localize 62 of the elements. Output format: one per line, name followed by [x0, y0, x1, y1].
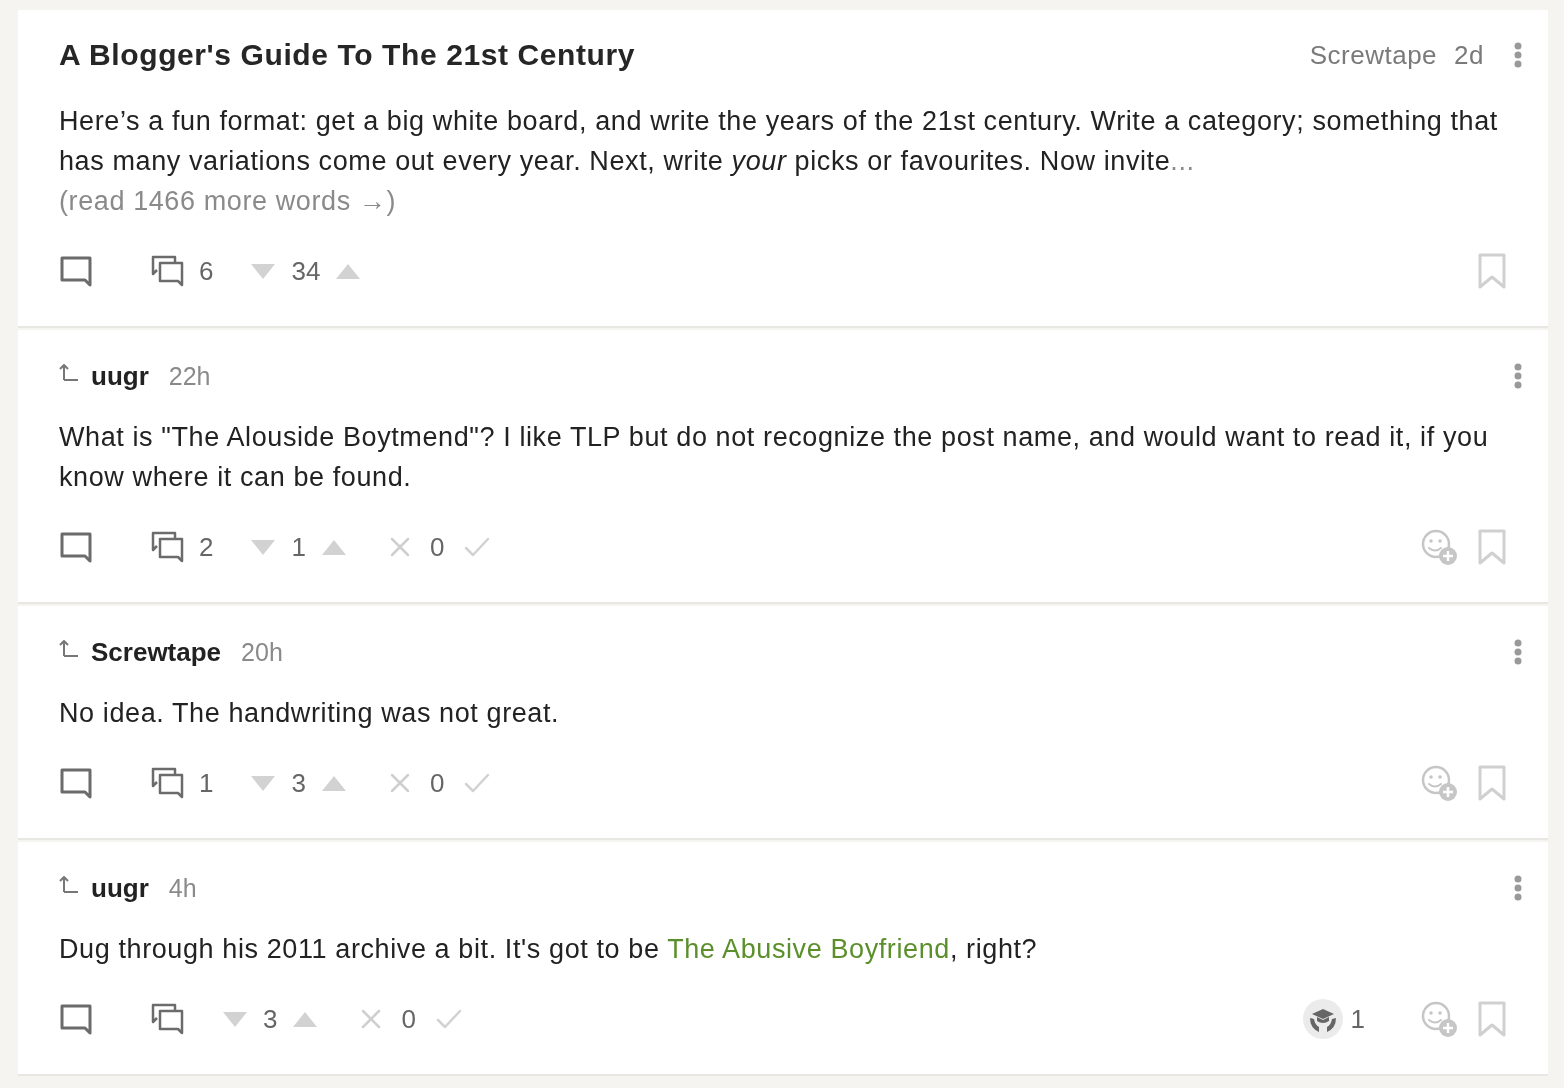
up-triangle-icon[interactable]: [321, 775, 346, 791]
down-triangle-icon[interactable]: [251, 539, 276, 555]
corner-up-arrow-icon[interactable]: [59, 638, 79, 658]
agreement-score: 0: [401, 1003, 416, 1035]
bookmark-icon[interactable]: [1477, 1000, 1507, 1038]
two-speech-bubbles-icon[interactable]: [151, 255, 185, 287]
bookmark-icon[interactable]: [1477, 252, 1507, 290]
cross-icon[interactable]: [389, 773, 410, 793]
post-age: 2d: [1454, 39, 1484, 71]
smiley-plus-icon[interactable]: [1421, 1001, 1457, 1037]
comment-text: Dug through his 2011 archive a bit. It's got to be The Abusive Boyfriend, right?: [59, 933, 1039, 966]
comment-text: No idea. The handwriting was not great.: [59, 697, 561, 730]
corner-up-arrow-icon[interactable]: [59, 874, 79, 894]
post-title[interactable]: A Blogger's Guide To The 21st Century: [59, 38, 636, 72]
bookmark-icon[interactable]: [1477, 764, 1507, 802]
comment-text: What is "The Alouside Boytmend"? I like TLP but do not recognize the post name, and would want to read it, if you know where it can be found.: [59, 421, 1490, 494]
corner-up-arrow-icon[interactable]: [59, 362, 79, 382]
smiley-plus-icon[interactable]: [1421, 765, 1457, 801]
cross-icon[interactable]: [361, 1009, 382, 1029]
speech-bubble-icon[interactable]: [59, 531, 93, 563]
speech-bubble-icon[interactable]: [59, 255, 93, 287]
comment-count: 6: [199, 255, 214, 287]
vote-score: 3: [263, 1003, 278, 1035]
down-triangle-icon[interactable]: [251, 263, 276, 279]
agreement-score: 0: [429, 767, 445, 799]
comment-author[interactable]: Screwtape: [91, 636, 222, 668]
vote-score: 34: [291, 255, 321, 287]
check-icon[interactable]: [464, 772, 491, 794]
down-triangle-icon[interactable]: [251, 775, 276, 791]
comment-author[interactable]: uugr: [91, 872, 149, 904]
up-triangle-icon[interactable]: [321, 539, 346, 555]
comment-age: 4h: [168, 873, 197, 903]
vote-score: 3: [291, 767, 306, 799]
down-triangle-icon[interactable]: [223, 1011, 247, 1027]
two-speech-bubbles-icon[interactable]: [151, 767, 185, 799]
mortarboard-hands-icon: [1302, 999, 1343, 1039]
more-menu-icon[interactable]: [1514, 875, 1522, 901]
smiley-plus-icon[interactable]: [1421, 529, 1457, 565]
check-icon[interactable]: [435, 1008, 462, 1030]
post-excerpt: Here’s a fun format: get a big white board, and write the years of the 21st century. Write a category; something that has many variations come out every year. Next, write your picks or favourites. Now invite... (read 1466 more words →): [59, 105, 1499, 218]
up-triangle-icon[interactable]: [336, 263, 361, 279]
agreement-score: 0: [429, 531, 445, 563]
bookmark-icon[interactable]: [1477, 528, 1507, 566]
more-menu-icon[interactable]: [1514, 42, 1522, 68]
speech-bubble-icon[interactable]: [59, 767, 93, 799]
reaction-count: 1: [1350, 1003, 1365, 1035]
up-triangle-icon[interactable]: [293, 1011, 318, 1027]
speech-bubble-icon[interactable]: [59, 1003, 93, 1035]
vote-score: 1: [291, 531, 306, 563]
check-icon[interactable]: [464, 536, 491, 558]
post-author[interactable]: Screwtape: [1309, 39, 1438, 71]
more-menu-icon[interactable]: [1514, 363, 1522, 389]
two-speech-bubbles-icon[interactable]: [151, 1003, 185, 1035]
cross-icon[interactable]: [389, 537, 410, 557]
comment-author[interactable]: uugr: [91, 360, 149, 392]
post-link[interactable]: The Abusive Boyfriend: [667, 934, 950, 964]
reply-count: 2: [199, 531, 214, 563]
two-speech-bubbles-icon[interactable]: [151, 531, 185, 563]
reply-count: 1: [199, 767, 214, 799]
comment-age: 20h: [241, 637, 283, 667]
comment-age: 22h: [168, 361, 211, 391]
more-menu-icon[interactable]: [1514, 639, 1522, 665]
